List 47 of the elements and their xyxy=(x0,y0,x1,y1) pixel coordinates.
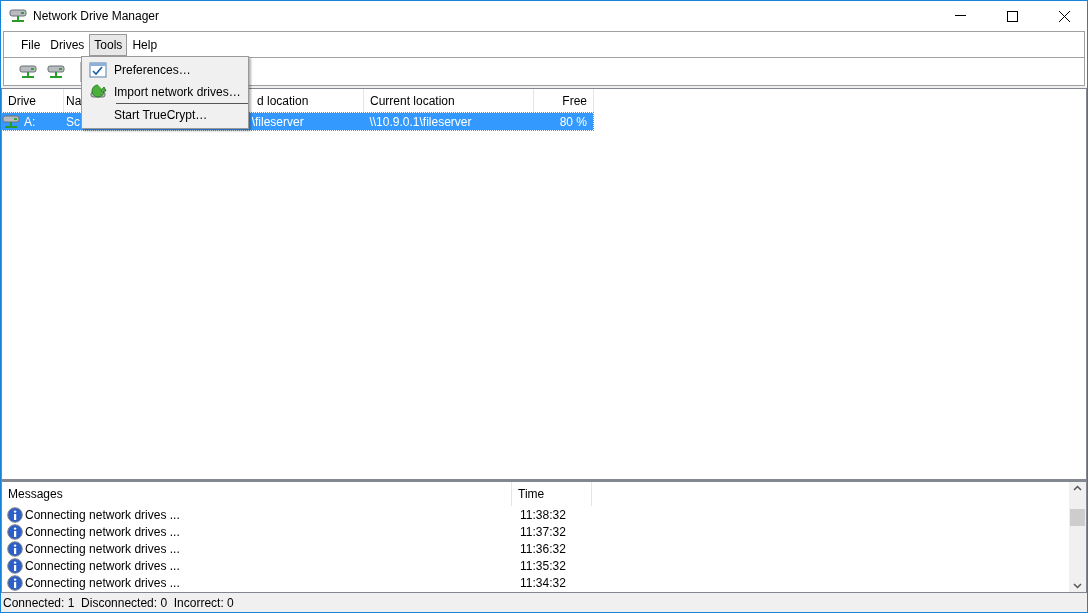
message-time: 11:36:32 xyxy=(519,541,566,556)
message-text: Connecting network drives ... xyxy=(25,524,180,539)
table-cell: Sc xyxy=(65,114,80,129)
column-header[interactable]: Free xyxy=(562,94,587,108)
message-text: Connecting network drives ... xyxy=(25,541,180,556)
message-time: 11:37:32 xyxy=(519,524,566,539)
column-header[interactable]: Time xyxy=(512,482,592,506)
scroll-down-icon xyxy=(1073,583,1082,589)
table-cell: A: xyxy=(23,114,36,129)
import-icon xyxy=(89,83,107,101)
minimize-icon xyxy=(954,15,966,17)
info-icon xyxy=(7,540,23,557)
table-cell: \fileserver xyxy=(251,114,304,129)
info-icon xyxy=(7,506,23,523)
app-icon xyxy=(9,8,27,24)
message-text: Connecting network drives ... xyxy=(25,558,180,573)
checkbox-icon xyxy=(89,62,107,78)
drive-icon xyxy=(19,63,37,80)
menu-item[interactable]: Drives xyxy=(45,33,90,56)
scrollbar[interactable] xyxy=(1069,482,1086,592)
scroll-up-icon xyxy=(1073,485,1082,491)
close-icon xyxy=(1058,10,1070,22)
table-cell: 80 % xyxy=(559,114,587,129)
menu-item[interactable]: Help xyxy=(127,33,163,56)
menu-item[interactable]: Tools xyxy=(89,33,128,56)
column-header[interactable]: Na xyxy=(66,94,82,108)
column-header[interactable]: Drive xyxy=(8,94,36,108)
drive-icon xyxy=(2,113,20,130)
table-cell: \\10.9.0.1\fileserver xyxy=(369,114,472,129)
window-title: Network Drive Manager xyxy=(33,9,161,23)
column-header[interactable]: Messages xyxy=(2,482,512,506)
message-text: Connecting network drives ... xyxy=(25,575,180,590)
message-time: 11:38:32 xyxy=(519,507,566,522)
status-text: Connected: 1 Disconnected: 0 Incorrect: 0 xyxy=(2,594,235,612)
maximize-icon xyxy=(1006,10,1018,22)
message-time: 11:34:32 xyxy=(519,575,566,590)
scroll-thumb[interactable] xyxy=(1070,508,1085,526)
column-header[interactable]: d location xyxy=(257,94,309,108)
info-icon xyxy=(7,557,23,574)
message-time: 11:35:32 xyxy=(519,558,566,573)
column-header[interactable]: Current location xyxy=(370,94,455,108)
drive-icon xyxy=(47,63,65,80)
menu-option[interactable]: Import network drives… xyxy=(82,81,248,103)
menu-item[interactable]: File xyxy=(16,33,46,56)
message-text: Connecting network drives ... xyxy=(25,507,180,522)
info-icon xyxy=(7,523,23,540)
menu-option[interactable]: Preferences… xyxy=(82,59,248,81)
